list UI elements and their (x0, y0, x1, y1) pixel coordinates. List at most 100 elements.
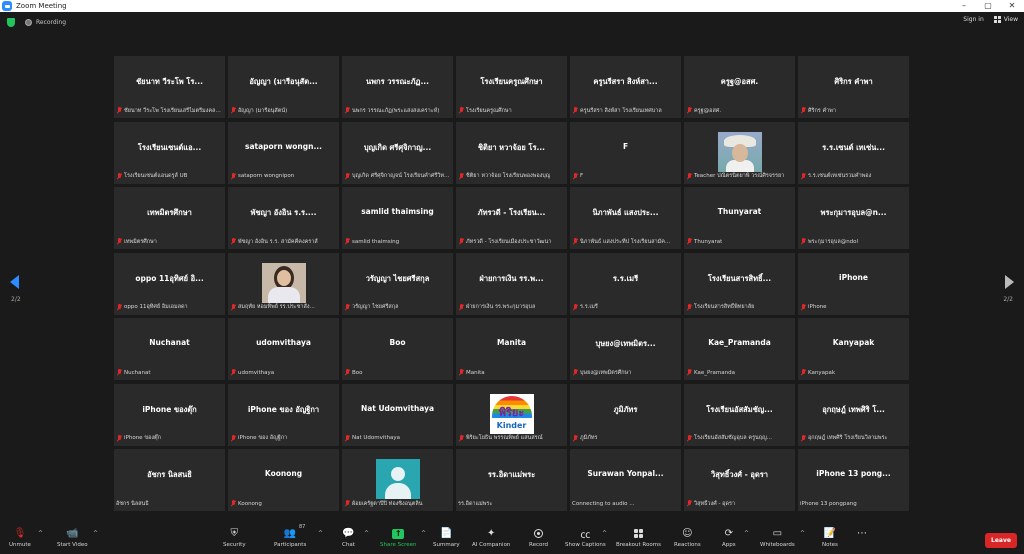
participant-tile[interactable]: ชิติยา หวาจ้อย โร... ชิติยา หวาจ้อย โรงเร… (456, 121, 567, 184)
participant-tile[interactable]: ภูมิภัทร ภูมิภัทร (570, 383, 681, 446)
video-options-caret-icon[interactable]: ^ (93, 530, 98, 537)
participant-tile[interactable]: Koonong Koonong (228, 449, 339, 511)
view-button[interactable]: View (993, 16, 1018, 23)
participant-tile[interactable]: Kanyapak Kanyapak (798, 318, 909, 380)
captions-caret-icon[interactable]: ^ (602, 530, 607, 537)
next-page-arrow-icon[interactable] (1005, 275, 1014, 289)
unmute-button[interactable]: 🎙 Unmute (9, 527, 31, 553)
participant-tile[interactable]: วรัญญา ไชยศรีสกุล วรัญญา ไชยศรีสกุล (342, 252, 453, 315)
participant-name-bar: ชัยนาท วีระโพ โรงเรียนเสรีไมตรีมงคลส... (116, 106, 223, 115)
participants-button[interactable]: 👥 87 Participants (274, 524, 306, 553)
participant-tile[interactable]: รร.อิดาแม่พระ รร.อิดาแม่พระ (456, 449, 567, 511)
audio-options-caret-icon[interactable]: ^ (38, 530, 43, 537)
participant-tile[interactable]: iPhone 13 pong... iPhone 13 pongpang (798, 449, 909, 511)
notes-button[interactable]: 📝 Notes (822, 527, 838, 553)
participant-display-name: โรงเรียนอัสสัมชัญ... (706, 404, 773, 414)
participant-tile[interactable]: iPhone ของ อัญฐิกา iPhone ของ อัญฐิกา (228, 383, 339, 446)
participant-tile[interactable]: Boo Boo (342, 318, 453, 380)
participant-tile[interactable]: พิริยะ Kinder พิริยะโยธิน พรรณพิพย์ แสนสรณ… (456, 383, 567, 446)
ai-companion-button[interactable]: ✦ AI Companion (472, 527, 510, 553)
apps-caret-icon[interactable]: ^ (744, 530, 749, 537)
leave-button[interactable]: Leave (985, 533, 1017, 548)
start-video-button[interactable]: 📹 Start Video (57, 527, 88, 553)
whiteboards-button[interactable]: ▭ Whiteboards (760, 527, 795, 553)
security-button[interactable]: ⛨ Security (223, 527, 246, 553)
participant-tile[interactable]: Nuchanat Nuchanat (114, 318, 225, 380)
reactions-button[interactable]: ☺ Reactions (674, 527, 701, 553)
participant-name-label: Manita (466, 369, 485, 376)
participant-tile[interactable]: โรงเรียนอัสสัมชัญ... โรงเรียนอัสสัมชัญอุบ… (684, 383, 795, 446)
chat-button[interactable]: 💬 Chat (342, 527, 355, 553)
participant-tile[interactable]: FF (570, 121, 681, 184)
participant-tile[interactable]: ครูนรีสรา สิงห์สา... ครูนรีสรา สิงห์สา โร… (570, 56, 681, 118)
chat-caret-icon[interactable]: ^ (364, 530, 369, 537)
participant-tile[interactable]: sataporn wongn... sataporn wongnipon (228, 121, 339, 184)
participant-tile[interactable]: อุกฤษฎ์ เทพศิริ โ... อุกฤษฎ์ เทพศิริ โรงเ… (798, 383, 909, 446)
participant-tile[interactable]: อัชกร นิลสนธิ อัชกร นิลสนธิ (114, 449, 225, 511)
participant-tile[interactable]: พระกุมารอุบล@n... พระกุมารอุบล@ndol (798, 187, 909, 249)
participant-display-name: โรงเรียนสารสิทธิ์... (707, 273, 772, 283)
participant-tile[interactable]: วิสุทธิ์วงศ์ - อุดรา วิสุทธิ์วงศ์ - อุดรา (684, 449, 795, 511)
participant-tile[interactable]: samlid thaimsing samlid thaimsing (342, 187, 453, 249)
participant-tile[interactable]: Surawan Yonpal... Connecting to audio ... (570, 449, 681, 511)
participant-tile[interactable]: โรงเรียนสารสิทธิ์... โรงเรียนสารสิทธิ์พิท… (684, 252, 795, 315)
muted-mic-icon (800, 303, 806, 311)
participant-display-name: udomvithaya (256, 338, 311, 347)
participant-tile[interactable]: ภัทรวดี - โรงเรียน... ภัทรวดี - โรงเรียนเ… (456, 187, 567, 249)
close-button[interactable]: ✕ (1000, 0, 1024, 12)
participant-tile[interactable]: ร.ร.เมรี ร.ร.เมรี (570, 252, 681, 315)
participant-tile[interactable]: ครูฐ@อสศ. ครูฐ@อสศ. (684, 56, 795, 118)
participant-tile[interactable]: นพกร วรรณะภัฏ... นพกร วรรณะภัฏ(พระแสงสงเค… (342, 56, 453, 118)
participant-tile[interactable]: บุญเกิด ศรีศุจิกาญ... บุญเกิด ศรีศุจิกาญจ… (342, 121, 453, 184)
participants-caret-icon[interactable]: ^ (318, 530, 323, 537)
participant-tile[interactable]: Thunyarat Thunyarat (684, 187, 795, 249)
muted-mic-icon (572, 434, 578, 442)
participant-tile[interactable]: ฝ่ายการเงิน รร.พ... ฝ่ายการเงิน รร.พระกุม… (456, 252, 567, 315)
breakout-rooms-button[interactable]: Breakout Rooms (616, 527, 661, 553)
video-off-icon: 📹 (66, 528, 79, 539)
participant-tile[interactable]: อัญญา (มารีอนุสัต... อัญญา (มารีอนุสัตน์) (228, 56, 339, 118)
whiteboards-caret-icon[interactable]: ^ (800, 530, 805, 537)
muted-mic-icon (800, 172, 806, 180)
participants-count: 87 (299, 524, 306, 530)
participant-tile[interactable]: ร.ร.เซนต์ เทเซ่น... ร.ร.เซนต์เทเซ่นรวมคำพ… (798, 121, 909, 184)
previous-page-arrow-icon[interactable] (10, 275, 19, 289)
minimize-button[interactable]: – (952, 0, 976, 12)
participant-tile[interactable]: นิภาพันธ์ แสงประ... นิภาพันธ์ แสงประทีป โ… (570, 187, 681, 249)
sign-in-button[interactable]: Sign in (963, 16, 983, 23)
apps-button[interactable]: ⟳ Apps (722, 527, 736, 553)
participant-name-label: Teacher ปณิตรนิตยาพิ วรณ์ศิรจรรยา (694, 173, 785, 179)
participant-tile[interactable]: Kae_Pramanda Kae_Pramanda (684, 318, 795, 380)
participant-tile[interactable]: ชัยนาท วีระโพ โร... ชัยนาท วีระโพ โรงเรีย… (114, 56, 225, 118)
share-caret-icon[interactable]: ^ (421, 530, 426, 537)
participant-name-label: iPhone (808, 304, 827, 310)
show-captions-button[interactable]: ㏄ Show Captions (565, 527, 606, 553)
participant-tile[interactable]: iPhone ของตุ๊ก iPhone ของตุ๊ก (114, 383, 225, 446)
participant-tile[interactable]: พัชญา อังอิน ร.ร.... พัชญา อังอิน ร.ร. สา… (228, 187, 339, 249)
more-dots-icon: ⋯ (857, 528, 867, 539)
participant-tile[interactable]: udomvithaya udomvithaya (228, 318, 339, 380)
summary-button[interactable]: 📄 Summary (433, 527, 460, 553)
record-button[interactable]: Record (529, 527, 548, 553)
participant-tile[interactable]: เทพมิตรศึกษา เทพมิตรศึกษา (114, 187, 225, 249)
participant-tile[interactable]: บุษยง@เทพมิตร... บุษยง@เทพมิตรศึกษา (570, 318, 681, 380)
shield-icon[interactable] (7, 17, 15, 27)
maximize-button[interactable]: ▢ (976, 0, 1000, 12)
logo-subtext: Kinder (496, 420, 527, 430)
participant-tile[interactable]: oppo 11อุทิศย์ อิ... oppo 11อุทิศย์ อิ่มเ… (114, 252, 225, 315)
more-button[interactable]: ⋯ (857, 527, 867, 553)
participant-tile[interactable]: ศิริกร คำพา ศิริกร คำพา (798, 56, 909, 118)
participant-tile[interactable]: โรงเรียนครูณศึกษา โรงเรียนครูณศึกษา (456, 56, 567, 118)
participant-photo (717, 131, 762, 172)
participant-tile[interactable]: Nat Udomvithaya Nat Udomvithaya (342, 383, 453, 446)
participant-display-name: Kae_Pramanda (708, 338, 771, 347)
participant-name-label: F (580, 173, 584, 179)
participant-tile[interactable]: iPhone iPhone (798, 252, 909, 315)
participant-tile[interactable]: Teacher ปณิตรนิตยาพิ วรณ์ศิรจรรยา (684, 121, 795, 184)
participant-tile[interactable]: โรงเรียนเซนต์แอ... โรงเรียนเซนต์แอนดรูส์ … (114, 121, 225, 184)
participant-tile[interactable]: Manita Manita (456, 318, 567, 380)
share-screen-button[interactable]: ↑ Share Screen (380, 527, 417, 553)
participant-tile[interactable]: ผ้อยเครัฐตาปีปิ ท่องซิงอนุตลิน (342, 449, 453, 511)
participant-tile[interactable]: สมฤทัย หอมทิพย์ รร.ประชาสัง... (228, 252, 339, 315)
participant-name-label: ภูมิภัทร (580, 435, 598, 441)
